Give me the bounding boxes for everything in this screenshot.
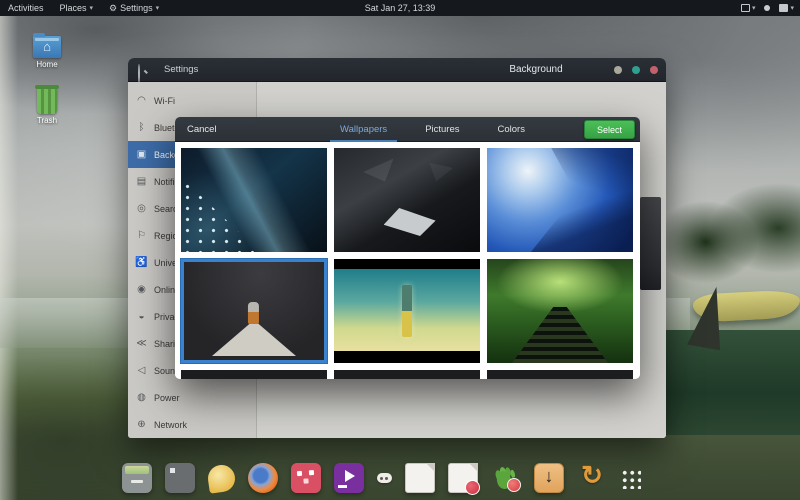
settings-headerbar[interactable]: Settings Background	[128, 58, 666, 82]
trash-icon-label: Trash	[21, 116, 73, 125]
home-folder-icon	[33, 36, 61, 58]
search-settings-icon: ◎	[135, 203, 148, 214]
sharing-icon: ≪	[135, 338, 148, 349]
maximize-button[interactable]	[632, 66, 640, 74]
wallpaper-thumb-partial[interactable]	[181, 370, 327, 379]
tab-colors[interactable]: Colors	[496, 124, 527, 135]
settings-appmenu-label: Settings	[120, 3, 153, 13]
app-grid-icon[interactable]	[620, 468, 641, 489]
minimize-button[interactable]	[614, 66, 622, 74]
wallpaper-grid	[175, 142, 640, 379]
region-icon: ⚐	[135, 230, 148, 241]
wallpaper-river	[650, 330, 800, 435]
system-status-menu[interactable]	[779, 4, 794, 12]
notifications-icon: ▤	[135, 176, 148, 187]
bluetooth-icon: ᛒ	[135, 122, 148, 133]
sidebar-label: Network	[154, 420, 187, 430]
file-manager-icon[interactable]	[122, 463, 152, 493]
sidebar-label: Wi-Fi	[154, 96, 175, 106]
screen-share-icon	[741, 4, 750, 12]
downloads-icon[interactable]	[534, 463, 564, 493]
privacy-icon: ◒	[135, 311, 148, 322]
close-button[interactable]	[650, 66, 658, 74]
top-bar: Activities Places Settings Sat Jan 27, 1…	[0, 0, 800, 16]
settings-app-title: Settings	[164, 64, 198, 75]
sidebar-item-power[interactable]: ◍ Power	[128, 384, 256, 411]
screen-share-indicator[interactable]	[741, 4, 756, 12]
mini-indicator-icon[interactable]	[377, 473, 392, 483]
terminal-icon[interactable]	[165, 463, 195, 493]
search-icon[interactable]	[138, 65, 148, 75]
desktop: Activities Places Settings Sat Jan 27, 1…	[0, 0, 800, 500]
select-button[interactable]: Select	[584, 120, 635, 139]
gear-icon	[109, 3, 117, 14]
sidebar-item-wifi[interactable]: ◠ Wi-Fi	[128, 87, 256, 114]
wallpaper-thumb-bird-selected[interactable]	[181, 259, 327, 363]
wifi-icon: ◠	[135, 95, 148, 106]
wallpaper-light-beam	[0, 16, 18, 500]
trash-icon	[37, 88, 57, 114]
universal-access-icon: ♿	[135, 257, 148, 268]
dialog-headerbar: Cancel Wallpapers Pictures Colors Select	[175, 117, 640, 142]
media-app-icon[interactable]	[291, 463, 321, 493]
document-app-badged-icon[interactable]	[448, 463, 478, 493]
wallpaper-thumb-partial[interactable]	[334, 370, 480, 379]
home-icon-label: Home	[21, 60, 73, 69]
battery-icon	[779, 4, 788, 12]
dock	[122, 461, 641, 495]
wallpaper-foliage	[655, 165, 800, 305]
wallpaper-thumb-dark-polygons[interactable]	[334, 148, 480, 252]
bird-app-icon[interactable]	[206, 463, 236, 493]
background-preview-sliver	[640, 197, 661, 290]
wallpaper-thumb-partial[interactable]	[487, 370, 633, 379]
settings-appmenu[interactable]: Settings	[109, 3, 159, 14]
wallpaper-dialog: Cancel Wallpapers Pictures Colors Select	[175, 117, 640, 379]
volume-icon[interactable]	[764, 5, 770, 11]
wallpaper-thumb-keyboard[interactable]	[181, 148, 327, 252]
background-icon: ▣	[135, 149, 148, 160]
updates-icon[interactable]	[577, 463, 607, 493]
tab-wallpapers[interactable]: Wallpapers	[338, 124, 389, 135]
firefox-icon[interactable]	[248, 463, 278, 493]
sidebar-label: Power	[154, 393, 180, 403]
wallpaper-thumb-forest-railway[interactable]	[487, 259, 633, 363]
document-app-icon[interactable]	[405, 463, 435, 493]
online-accounts-icon: ◉	[135, 284, 148, 295]
desktop-icon-trash[interactable]: Trash	[21, 88, 73, 125]
activities-button[interactable]: Activities	[8, 3, 44, 13]
clock[interactable]: Sat Jan 27, 13:39	[365, 0, 436, 16]
gnome-software-icon[interactable]	[491, 463, 521, 493]
cancel-button[interactable]: Cancel	[187, 117, 217, 142]
tab-pictures[interactable]: Pictures	[423, 124, 461, 135]
wallpaper-thumb-statue[interactable]	[334, 259, 480, 363]
wallpaper-thumb-blue-crystals[interactable]	[487, 148, 633, 252]
network-icon: ⊕	[135, 419, 148, 430]
dialog-tabs: Wallpapers Pictures Colors	[295, 117, 570, 142]
places-menu[interactable]: Places	[60, 3, 94, 13]
power-icon: ◍	[135, 392, 148, 403]
desktop-icon-home[interactable]: Home	[21, 36, 73, 69]
sidebar-item-network[interactable]: ⊕ Network	[128, 411, 256, 438]
video-player-icon[interactable]	[334, 463, 364, 493]
sound-icon: ◁	[135, 365, 148, 376]
